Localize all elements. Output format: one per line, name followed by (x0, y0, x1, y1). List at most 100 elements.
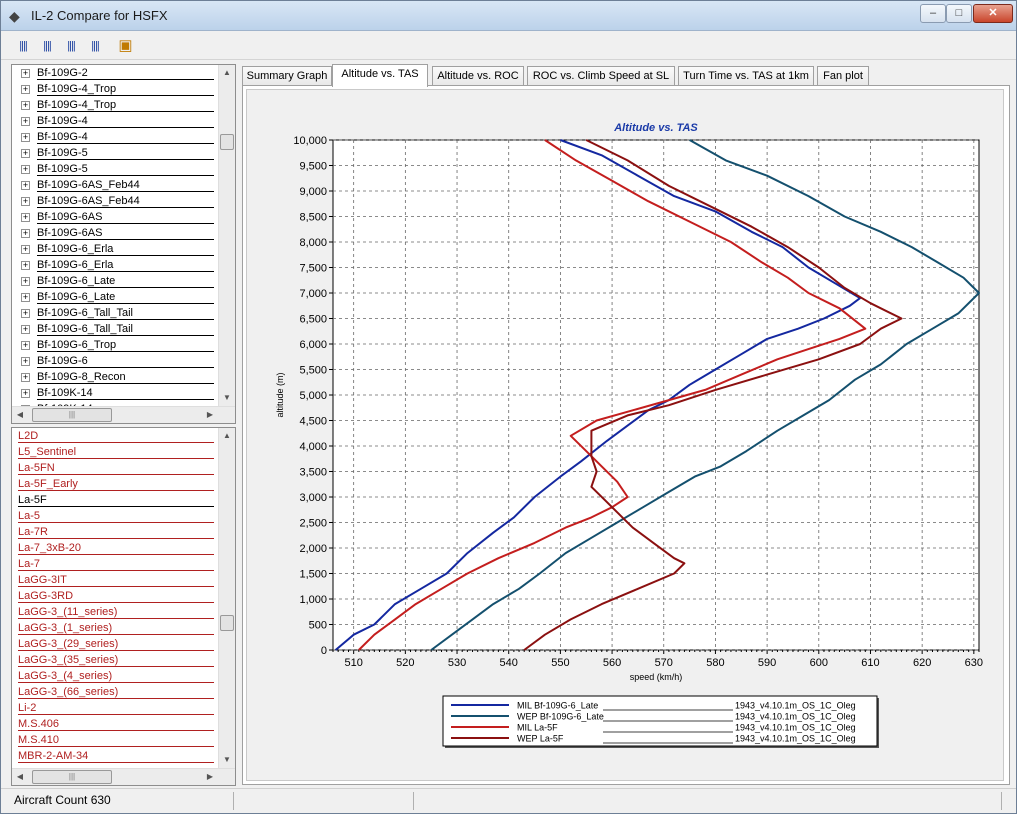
list-item[interactable]: L5_Sentinel (12, 444, 220, 460)
list-item[interactable]: La-7 (12, 556, 220, 572)
list-item[interactable]: + Bf-109G-6AS_Feb44 (12, 177, 220, 193)
expand-plus-icon[interactable]: + (21, 261, 30, 270)
expand-plus-icon[interactable]: + (21, 389, 30, 398)
maximize-button[interactable]: □ (946, 4, 972, 23)
list-item[interactable]: + Bf-109G-6_Late (12, 273, 220, 289)
scroll-thumb[interactable] (220, 615, 234, 631)
list-item[interactable]: + Bf-109K-14 (12, 385, 220, 401)
vertical-scrollbar-secondary[interactable]: ▲ ▼ (218, 428, 235, 768)
list-item[interactable]: + Bf-109G-2 (12, 65, 220, 81)
expand-plus-icon[interactable]: + (21, 325, 30, 334)
list-item[interactable]: La-5F_Early (12, 476, 220, 492)
list-item[interactable]: Li-2 (12, 700, 220, 716)
expand-plus-icon[interactable]: + (21, 357, 30, 366)
expand-plus-icon[interactable]: + (21, 117, 30, 126)
vertical-scrollbar[interactable]: ▲ ▼ (218, 65, 235, 406)
chart-frame: Altitude vs. TAS 510 520 530 540 550 560 570 580… (246, 89, 1004, 781)
expand-plus-icon[interactable]: + (21, 133, 30, 142)
list-item[interactable]: + Bf-109G-6_Trop (12, 337, 220, 353)
tab-roc-vs-climb-speed[interactable]: ROC vs. Climb Speed at SL (527, 66, 675, 86)
list-item[interactable]: + Bf-109G-8_Recon (12, 369, 220, 385)
scroll-up-arrow-icon[interactable]: ▲ (219, 428, 235, 444)
scroll-left-arrow-icon[interactable]: ◀ (12, 769, 28, 785)
list-item[interactable]: La-7R (12, 524, 220, 540)
list-item[interactable]: + Bf-109G-4_Trop (12, 97, 220, 113)
expand-plus-icon[interactable]: + (21, 69, 30, 78)
list-item[interactable]: LaGG-3_(29_series) (12, 636, 220, 652)
list-item[interactable]: + Bf-109G-6AS (12, 209, 220, 225)
exit-door-icon[interactable]: ▣ (116, 37, 134, 55)
list-item[interactable]: La-5 (12, 508, 220, 524)
scroll-up-arrow-icon[interactable]: ▲ (219, 65, 235, 81)
list-item[interactable]: LaGG-3RD (12, 588, 220, 604)
title-bar[interactable]: ◆ IL-2 Compare for HSFX – □ ✕ (1, 1, 1016, 31)
expand-plus-icon[interactable]: + (21, 149, 30, 158)
list-item[interactable]: La-5F (12, 492, 220, 508)
minimize-button[interactable]: – (920, 4, 946, 23)
bars-icon-3[interactable]: |||| (62, 37, 80, 55)
tab-turn-time-vs-tas[interactable]: Turn Time vs. TAS at 1km (678, 66, 814, 86)
legend-entry-suffix: 1943_v4.10.1m_OS_1C_Oleg (735, 723, 856, 733)
list-item[interactable]: + Bf-109G-4_Trop (12, 81, 220, 97)
scroll-thumb-horizontal[interactable]: ||| (32, 770, 112, 784)
expand-plus-icon[interactable]: + (21, 373, 30, 382)
list-item[interactable]: LaGG-3_(35_series) (12, 652, 220, 668)
scroll-down-arrow-icon[interactable]: ▼ (219, 390, 235, 406)
list-item[interactable]: + Bf-109G-6AS (12, 225, 220, 241)
tab-fan-plot[interactable]: Fan plot (817, 66, 869, 86)
expand-plus-icon[interactable]: + (21, 309, 30, 318)
list-item[interactable]: M.S.406 (12, 716, 220, 732)
list-item[interactable]: MBR-2-AM-34 (12, 748, 220, 764)
list-item[interactable]: LaGG-3IT (12, 572, 220, 588)
horizontal-scrollbar-secondary[interactable]: ◀ ||| ▶ (12, 768, 235, 785)
close-button[interactable]: ✕ (973, 4, 1013, 23)
list-item[interactable]: + Bf-109G-6_Tall_Tail (12, 321, 220, 337)
scroll-down-arrow-icon[interactable]: ▼ (219, 752, 235, 768)
expand-plus-icon[interactable]: + (21, 101, 30, 110)
list-item[interactable]: + Bf-109G-4 (12, 113, 220, 129)
list-item[interactable]: + Bf-109G-6_Erla (12, 257, 220, 273)
list-item[interactable]: + Bf-109G-6 (12, 353, 220, 369)
aircraft-list-primary[interactable]: + Bf-109G-2 + Bf-109G-4_Trop + Bf-109G-4_Trop… (11, 64, 236, 424)
list-item[interactable]: LaGG-3_(4_series) (12, 668, 220, 684)
expand-plus-icon[interactable]: + (21, 341, 30, 350)
expand-plus-icon[interactable]: + (21, 293, 30, 302)
list-item[interactable]: LaGG-3_(11_series) (12, 604, 220, 620)
bars-icon-1[interactable]: |||| (14, 37, 32, 55)
list-item[interactable]: + Bf-109G-6AS_Feb44 (12, 193, 220, 209)
scroll-right-arrow-icon[interactable]: ▶ (202, 407, 218, 423)
list-item[interactable]: LaGG-3_(66_series) (12, 684, 220, 700)
expand-plus-icon[interactable]: + (21, 197, 30, 206)
tab-altitude-vs-roc[interactable]: Altitude vs. ROC (432, 66, 524, 86)
horizontal-scrollbar[interactable]: ◀ ||| ▶ (12, 406, 235, 423)
list-item[interactable]: La-5FN (12, 460, 220, 476)
list-item[interactable]: + Bf-109G-6_Erla (12, 241, 220, 257)
list-item[interactable]: + Bf-109G-6_Tall_Tail (12, 305, 220, 321)
scroll-thumb[interactable] (220, 134, 234, 150)
aircraft-name: L2D (18, 428, 214, 443)
expand-plus-icon[interactable]: + (21, 181, 30, 190)
scroll-right-arrow-icon[interactable]: ▶ (202, 769, 218, 785)
expand-plus-icon[interactable]: + (21, 213, 30, 222)
list-item[interactable]: + Bf-109G-5 (12, 161, 220, 177)
list-item[interactable]: L2D (12, 428, 220, 444)
tab-summary-graph[interactable]: Summary Graph (242, 66, 332, 86)
expand-plus-icon[interactable]: + (21, 85, 30, 94)
tab-altitude-vs-tas[interactable]: Altitude vs. TAS (332, 64, 428, 87)
expand-plus-icon[interactable]: + (21, 229, 30, 238)
list-item[interactable]: + Bf-109G-6_Late (12, 289, 220, 305)
list-item[interactable]: LaGG-3_(1_series) (12, 620, 220, 636)
expand-plus-icon[interactable]: + (21, 245, 30, 254)
expand-plus-icon[interactable]: + (21, 165, 30, 174)
bars-icon-2[interactable]: |||| (38, 37, 56, 55)
aircraft-name: Bf-109G-6 (37, 353, 214, 368)
list-item[interactable]: + Bf-109G-4 (12, 129, 220, 145)
bars-icon-4[interactable]: |||| (86, 37, 104, 55)
aircraft-list-secondary[interactable]: L2D L5_Sentinel La-5FN La-5F_Early La-5F La-5… (11, 427, 236, 786)
scroll-thumb-horizontal[interactable]: ||| (32, 408, 112, 422)
expand-plus-icon[interactable]: + (21, 277, 30, 286)
list-item[interactable]: + Bf-109G-5 (12, 145, 220, 161)
scroll-left-arrow-icon[interactable]: ◀ (12, 407, 28, 423)
list-item[interactable]: La-7_3xB-20 (12, 540, 220, 556)
list-item[interactable]: M.S.410 (12, 732, 220, 748)
